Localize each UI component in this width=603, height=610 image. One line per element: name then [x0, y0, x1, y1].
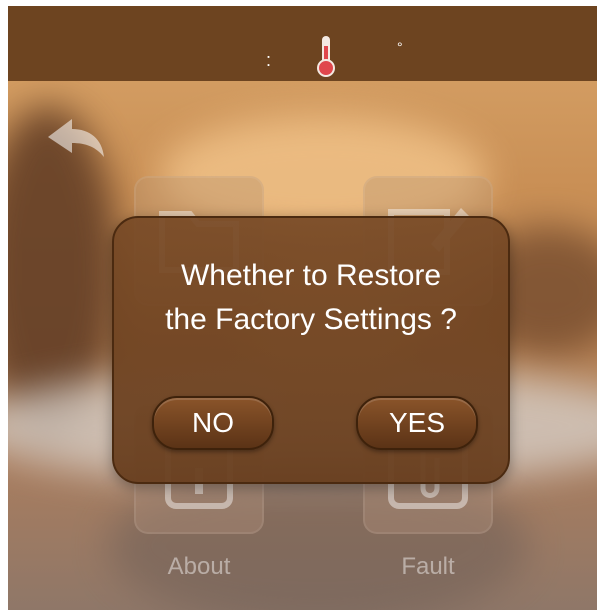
temperature-degree: °	[397, 39, 403, 55]
menu-label-fault: Fault	[401, 553, 455, 580]
time-separator: :	[266, 50, 272, 70]
dialog-message-line-2: the Factory Settings ?	[165, 303, 457, 336]
back-arrow-icon[interactable]	[42, 111, 112, 171]
dialog-message: Whether to Restore the Factory Settings …	[114, 254, 508, 342]
yes-button[interactable]: YES	[356, 396, 478, 450]
app-screen: : ° About Fault Whether to Restore the F…	[8, 6, 597, 610]
dialog-message-line-1: Whether to Restore	[180, 259, 442, 292]
thermometer-icon	[317, 36, 335, 77]
menu-label-about: About	[167, 553, 231, 580]
status-bar: : °	[8, 6, 597, 81]
no-button[interactable]: NO	[152, 396, 274, 450]
factory-reset-dialog: Whether to Restore the Factory Settings …	[112, 216, 510, 484]
